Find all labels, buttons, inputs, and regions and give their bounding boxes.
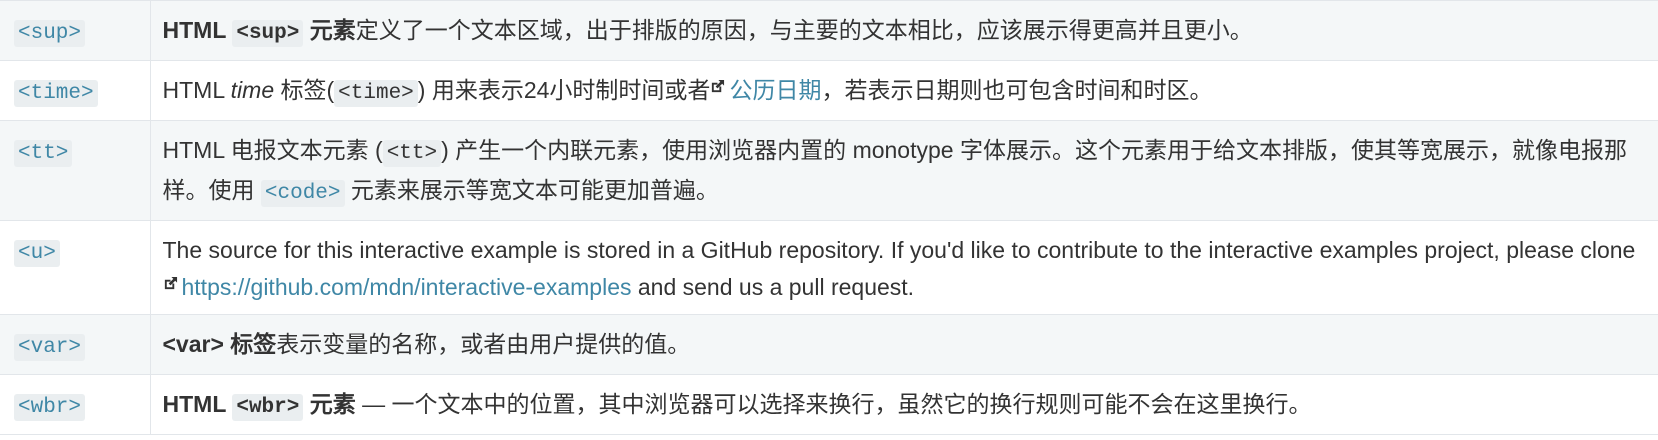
description-cell: HTML <sup> 元素定义了一个文本区域，出于排版的原因，与主要的文本相比，… xyxy=(150,0,1658,61)
tag-link-tt[interactable]: <tt> xyxy=(14,137,73,167)
desc-text: The source for this interactive example … xyxy=(162,237,1636,263)
tag-code: <u> xyxy=(14,240,60,267)
tag-code: <tt> xyxy=(14,140,73,167)
description-cell: The source for this interactive example … xyxy=(150,220,1658,315)
desc-text: ) 用来表示24小时制时间或者 xyxy=(417,77,711,103)
desc-text: 标签( xyxy=(274,77,335,103)
description-cell: <var> 标签表示变量的名称，或者由用户提供的值。 xyxy=(150,314,1658,375)
desc-italic: time xyxy=(230,77,275,103)
desc-text: 元素来展示等宽文本可能更加普遍。 xyxy=(344,177,719,203)
external-link-icon xyxy=(712,79,725,93)
table-row: <wbr> HTML <wbr> 元素 — 一个文本中的位置，其中浏览器可以选择… xyxy=(0,374,1658,435)
desc-bold-text: 元素 xyxy=(303,391,356,417)
elements-table: <sup> HTML <sup> 元素定义了一个文本区域，出于排版的原因，与主要… xyxy=(0,0,1658,435)
tag-cell: <time> xyxy=(0,60,151,121)
table-row: <sup> HTML <sup> 元素定义了一个文本区域，出于排版的原因，与主要… xyxy=(0,0,1658,61)
desc-bold: <var> 标签 xyxy=(162,331,277,357)
code-element-link[interactable]: <code> xyxy=(260,177,345,207)
tag-code: <var> xyxy=(14,334,86,361)
desc-text: HTML xyxy=(162,77,231,103)
desc-code-link: <code> xyxy=(260,180,345,207)
description-cell: HTML time 标签(<time>) 用来表示24小时制时间或者 公历日期，若… xyxy=(150,60,1658,121)
tag-link-u[interactable]: <u> xyxy=(14,237,60,267)
tag-link-wbr[interactable]: <wbr> xyxy=(14,391,86,421)
desc-code: <tt> xyxy=(382,140,442,167)
desc-code: <time> xyxy=(334,80,418,107)
desc-code: <sup> xyxy=(232,20,304,47)
tag-cell: <var> xyxy=(0,314,151,375)
tag-link-sup[interactable]: <sup> xyxy=(14,17,86,47)
desc-bold-text: HTML xyxy=(162,391,233,417)
desc-text: and send us a pull request. xyxy=(631,274,915,300)
description-cell: HTML <wbr> 元素 — 一个文本中的位置，其中浏览器可以选择来换行，虽然… xyxy=(150,374,1658,435)
tag-cell: <sup> xyxy=(0,0,151,61)
desc-bold: HTML <wbr> 元素 xyxy=(162,391,356,421)
tag-cell: <u> xyxy=(0,220,151,315)
table-row: <time> HTML time 标签(<time>) 用来表示24小时制时间或… xyxy=(0,60,1658,121)
tag-code: <wbr> xyxy=(14,394,86,421)
desc-bold-text: 元素 xyxy=(303,17,356,43)
desc-bold: HTML <sup> 元素 xyxy=(162,17,356,47)
tag-cell: <tt> xyxy=(0,120,151,221)
desc-code: <wbr> xyxy=(232,394,304,421)
external-link-gregorian-date[interactable]: 公历日期 xyxy=(729,77,821,103)
tag-cell: <wbr> xyxy=(0,374,151,435)
table-row: <var> <var> 标签表示变量的名称，或者由用户提供的值。 xyxy=(0,314,1658,375)
tag-code: <sup> xyxy=(14,20,86,47)
tag-link-time[interactable]: <time> xyxy=(14,77,98,107)
tag-code: <time> xyxy=(14,80,98,107)
desc-text: ，若表示日期则也可包含时间和时区。 xyxy=(821,77,1213,103)
desc-text: 定义了一个文本区域，出于排版的原因，与主要的文本相比，应该展示得更高并且更小。 xyxy=(355,17,1253,43)
desc-text: HTML 电报文本元素 ( xyxy=(162,137,383,163)
desc-text: — 一个文本中的位置，其中浏览器可以选择来换行，虽然它的换行规则可能不会在这里换… xyxy=(355,391,1312,417)
desc-bold-text: HTML xyxy=(162,17,233,43)
external-link-github-repo[interactable]: https://github.com/mdn/interactive-examp… xyxy=(182,274,632,300)
table-row: <u> The source for this interactive exam… xyxy=(0,220,1658,315)
tag-link-var[interactable]: <var> xyxy=(14,331,86,361)
table-row: <tt> HTML 电报文本元素 (<tt>) 产生一个内联元素，使用浏览器内置… xyxy=(0,120,1658,221)
description-cell: HTML 电报文本元素 (<tt>) 产生一个内联元素，使用浏览器内置的 mon… xyxy=(150,120,1658,221)
external-link-icon xyxy=(164,276,177,290)
desc-text: 表示变量的名称，或者由用户提供的值。 xyxy=(276,331,691,357)
